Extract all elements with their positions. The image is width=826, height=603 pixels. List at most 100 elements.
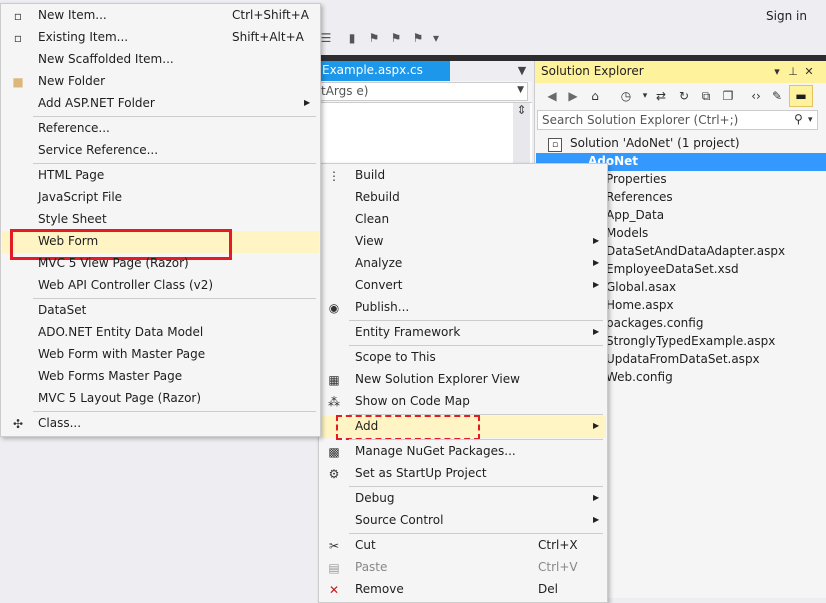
add-menu-item-style-sheet[interactable]: Style Sheet: [2, 209, 319, 231]
context-menu-item-convert[interactable]: Convert ▶: [320, 275, 606, 297]
add-menu-item-html-page[interactable]: HTML Page: [2, 165, 319, 187]
cut-icon: ✂: [328, 539, 340, 553]
context-menu-item-new-solution-explorer-view[interactable]: ▦ New Solution Explorer View: [320, 369, 606, 391]
add-menu-item-ado-net-entity-data-model[interactable]: ADO.NET Entity Data Model: [2, 322, 319, 344]
show-all-files-icon[interactable]: ❐: [719, 88, 737, 105]
context-menu-item-publish[interactable]: ◉ Publish...: [320, 297, 606, 319]
sign-in-link[interactable]: Sign in: [766, 9, 807, 23]
context-menu-item-cut[interactable]: ✂ Cut Ctrl+X: [320, 535, 606, 557]
shortcut-label: Ctrl+V: [538, 560, 578, 574]
tree-item-label: StronglyTypedExample.aspx: [606, 334, 776, 348]
tree-item-label: Home.aspx: [606, 298, 674, 312]
context-menu-item-show-on-code-map[interactable]: ⁂ Show on Code Map: [320, 391, 606, 413]
add-menu-item-new-scaffolded-item[interactable]: New Scaffolded Item...: [2, 49, 319, 71]
context-menu-item-entity-framework[interactable]: Entity Framework ▶: [320, 322, 606, 344]
context-menu-item-label: Debug: [355, 491, 395, 505]
add-menu-item-dataset[interactable]: DataSet: [2, 300, 319, 322]
context-menu-item-label: Scope to This: [355, 350, 436, 364]
menu-separator: [33, 298, 316, 299]
search-icon[interactable]: ⚲: [794, 112, 808, 128]
context-menu-item-label: Clean: [355, 212, 390, 226]
refresh-icon[interactable]: ↻: [675, 88, 693, 105]
tree-item-label: DataSetAndDataAdapter.aspx: [606, 244, 786, 258]
add-menu-item-label: DataSet: [38, 303, 87, 317]
tree-solution-node[interactable]: Solution 'AdoNet' (1 project): [536, 135, 826, 153]
project-context-menu: ⋮ Build Rebuild Clean View ▶ Analyze ▶ Convert ▶ ◉…: [318, 163, 608, 603]
clear-bookmark-icon[interactable]: ⚑: [410, 30, 426, 46]
solution-search-input[interactable]: Search Solution Explorer (Ctrl+;): [537, 110, 818, 130]
add-menu-item-label: Service Reference...: [38, 143, 159, 157]
pin-icon[interactable]: ⊥: [786, 64, 800, 80]
add-menu-item-mvc-5-layout-page-razor[interactable]: MVC 5 Layout Page (Razor): [2, 388, 319, 410]
search-dropdown-icon[interactable]: ▾: [808, 112, 818, 128]
forward-icon[interactable]: ▶: [564, 88, 582, 105]
preview-selected-icon[interactable]: ▬: [789, 85, 813, 107]
context-menu-item-build[interactable]: ⋮ Build: [320, 165, 606, 187]
add-menu-item-label: New Item...: [38, 8, 107, 22]
add-menu-item-add-asp-net-folder[interactable]: Add ASP.NET Folder ▶: [2, 93, 319, 115]
back-icon[interactable]: ◀: [543, 88, 561, 105]
tree-item-label: EmployeeDataSet.xsd: [606, 262, 739, 276]
context-menu-item-label: Source Control: [355, 513, 444, 527]
tree-item-label: Models: [606, 226, 649, 240]
context-menu-item-label: Analyze: [355, 256, 403, 270]
add-menu-item-web-forms-master-page[interactable]: Web Forms Master Page: [2, 366, 319, 388]
toolbar-overflow-icon[interactable]: ▾: [428, 30, 444, 46]
context-menu-item-rebuild[interactable]: Rebuild: [320, 187, 606, 209]
context-menu-item-manage-nuget-packages[interactable]: ▩ Manage NuGet Packages...: [320, 441, 606, 463]
sync-icon[interactable]: ⇄: [652, 88, 670, 105]
add-menu-item-class[interactable]: ✣ Class...: [2, 413, 319, 435]
context-menu-item-label: Paste: [355, 560, 388, 574]
add-menu-item-web-form-with-master-page[interactable]: Web Form with Master Page: [2, 344, 319, 366]
tree-item-label: packages.config: [606, 316, 704, 330]
add-menu-item-new-item[interactable]: ▫ New Item... Ctrl+Shift+A: [2, 5, 319, 27]
close-icon[interactable]: ✕: [802, 64, 816, 80]
submenu-arrow-icon: ▶: [304, 98, 311, 107]
pending-changes-icon[interactable]: ◷: [617, 88, 635, 105]
add-menu-item-service-reference[interactable]: Service Reference...: [2, 140, 319, 162]
add-menu-item-label: Existing Item...: [38, 30, 129, 44]
tree-item-label: References: [606, 190, 673, 204]
context-menu-item-debug[interactable]: Debug ▶: [320, 488, 606, 510]
tree-item-label: App_Data: [606, 208, 665, 222]
next-bookmark-icon[interactable]: ⚑: [388, 30, 404, 46]
prev-bookmark-icon[interactable]: ⚑: [366, 30, 382, 46]
menu-separator: [349, 533, 603, 534]
editor-tab[interactable]: Example.aspx.cs: [318, 61, 450, 81]
add-menu-item-javascript-file[interactable]: JavaScript File: [2, 187, 319, 209]
tab-dropdown-icon[interactable]: ▼: [514, 61, 530, 81]
home-icon[interactable]: ⌂: [586, 88, 604, 105]
window-position-icon[interactable]: ▾: [770, 64, 784, 80]
add-menu-item-mvc-5-view-page-razor[interactable]: MVC 5 View Page (Razor): [2, 253, 319, 275]
context-menu-item-analyze[interactable]: Analyze ▶: [320, 253, 606, 275]
shortcut-label: Del: [538, 582, 558, 596]
solution-icon: ▫: [548, 138, 562, 152]
add-menu-item-label: HTML Page: [38, 168, 105, 182]
context-menu-item-set-as-startup-project[interactable]: ⚙ Set as StartUp Project: [320, 463, 606, 485]
context-menu-item-view[interactable]: View ▶: [320, 231, 606, 253]
collapse-all-icon[interactable]: ⧉: [697, 88, 715, 105]
tree-item-label: Global.asax: [606, 280, 677, 294]
member-dropdown[interactable]: tArgs e) ▼: [318, 82, 528, 101]
context-menu-item-source-control[interactable]: Source Control ▶: [320, 510, 606, 532]
menu-separator: [349, 486, 603, 487]
add-menu-item-web-api-controller-class-v2[interactable]: Web API Controller Class (v2): [2, 275, 319, 297]
shortcut-label: Shift+Alt+A: [232, 30, 304, 44]
menu-separator: [349, 345, 603, 346]
tree-item-label: UpdataFromDataSet.aspx: [606, 352, 760, 366]
bookmark-icon[interactable]: ▮: [344, 30, 360, 46]
add-menu-item-reference[interactable]: Reference...: [2, 118, 319, 140]
add-menu-item-existing-item[interactable]: ▫ Existing Item... Shift+Alt+A: [2, 27, 319, 49]
context-menu-item-label: Publish...: [355, 300, 410, 314]
add-menu-item-label: New Scaffolded Item...: [38, 52, 174, 66]
build-icon: ⋮: [328, 169, 340, 183]
properties-wrench-icon[interactable]: ✎: [768, 88, 786, 105]
context-menu-item-label: Remove: [355, 582, 404, 596]
context-menu-item-clean[interactable]: Clean: [320, 209, 606, 231]
context-menu-item-scope-to-this[interactable]: Scope to This: [320, 347, 606, 369]
split-icon[interactable]: ⇕: [513, 103, 530, 121]
view-code-icon[interactable]: ‹›: [747, 88, 765, 105]
add-menu-item-new-folder[interactable]: ■ New Folder: [2, 71, 319, 93]
add-menu-item-label: MVC 5 View Page (Razor): [38, 256, 189, 270]
context-menu-item-paste: ▤ Paste Ctrl+V: [320, 557, 606, 579]
